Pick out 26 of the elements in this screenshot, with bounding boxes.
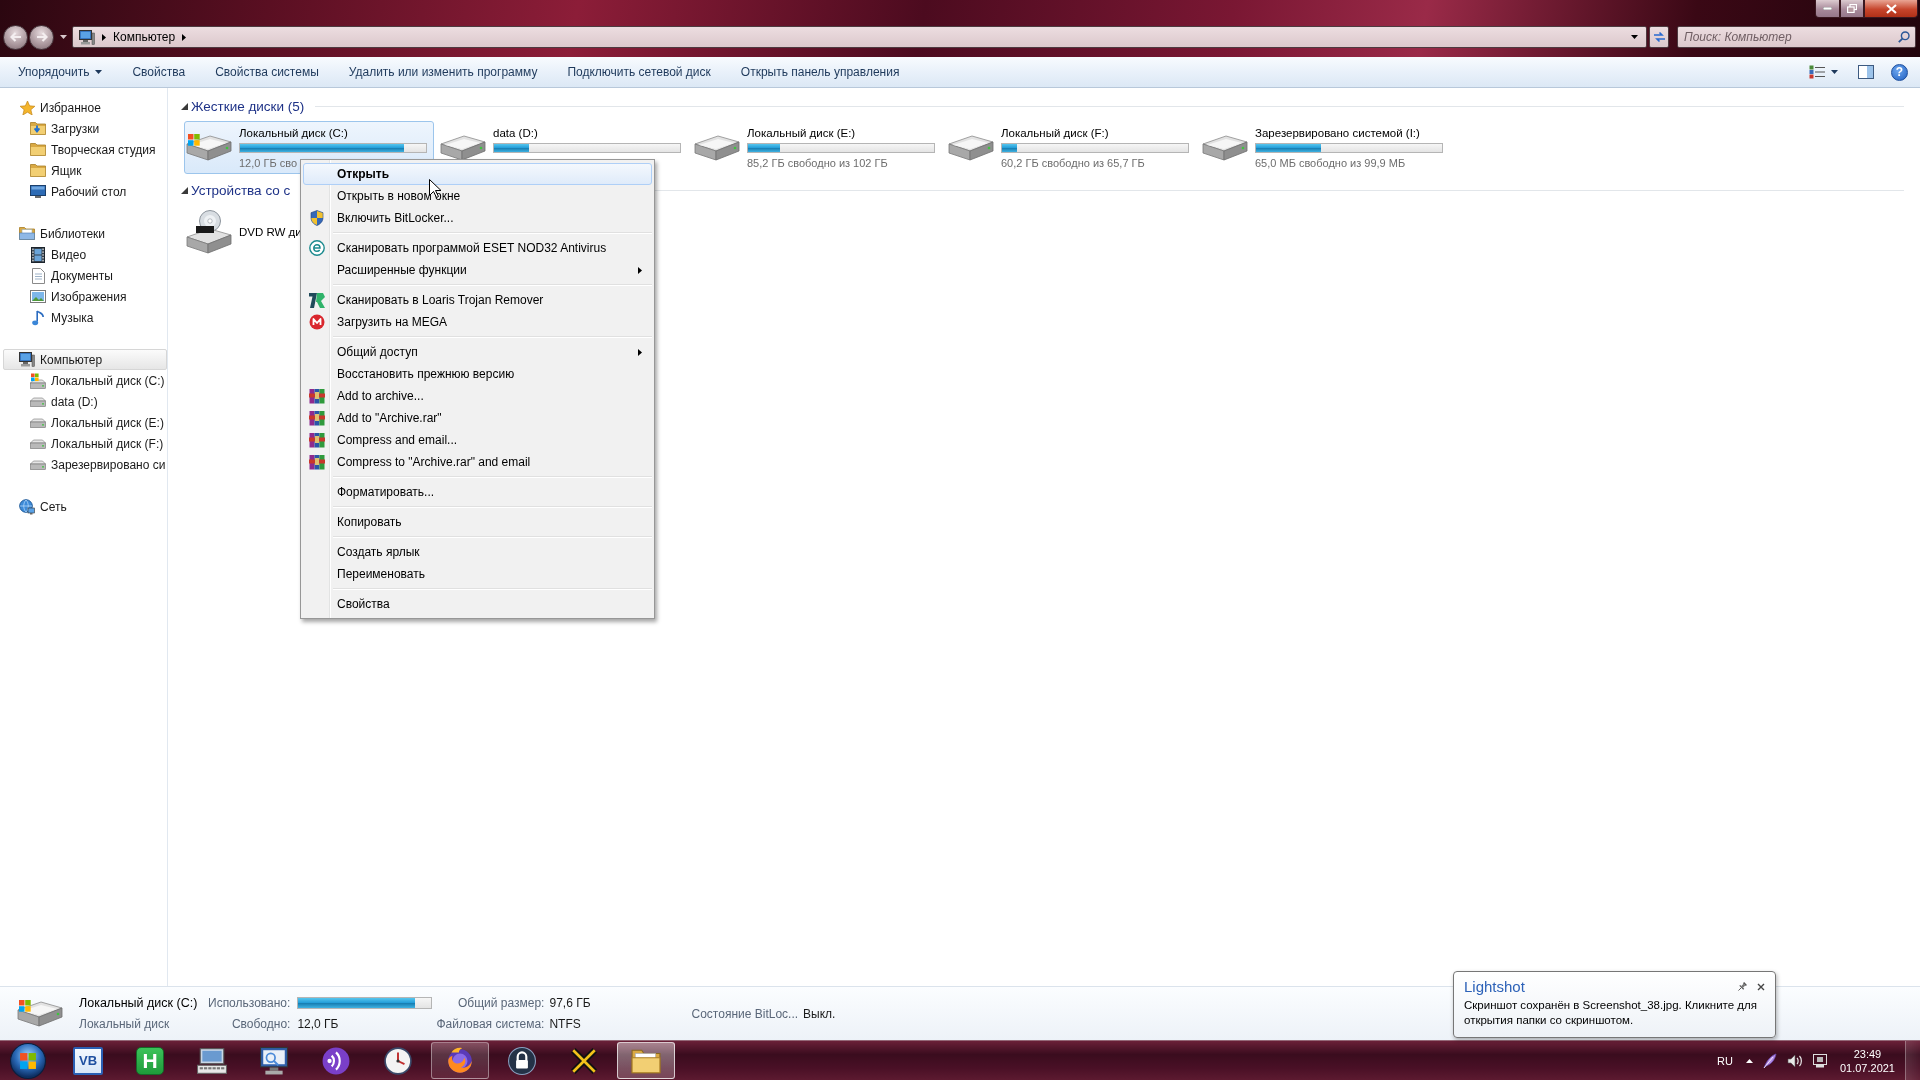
selected-drive-name: Локальный диск (C:) bbox=[79, 996, 199, 1010]
drive-name: data (D:) bbox=[493, 125, 539, 140]
app-logo: H bbox=[136, 1046, 164, 1075]
free-space-text: 65,0 МБ свободно из 99,9 МБ bbox=[1255, 155, 1407, 170]
group-title: Устройства со с bbox=[191, 182, 291, 198]
detail-label: Свободно: bbox=[231, 1017, 291, 1031]
detail-value: 97,6 ГБ bbox=[549, 996, 591, 1010]
notification-text: Скриншот сохранён в Screenshot_38.jpg. Кликните для открытия папки со скриншотом. bbox=[1464, 998, 1758, 1028]
drive-name: Локальный диск (C:) bbox=[239, 125, 349, 140]
free-space-text: 85,2 ГБ свободно из 102 ГБ bbox=[747, 155, 889, 170]
detail-value: 12,0 ГБ bbox=[297, 1017, 340, 1031]
detail-label: Общий размер: bbox=[458, 996, 545, 1010]
app-logo: VB bbox=[72, 1046, 104, 1075]
detail-value: NTFS bbox=[549, 1017, 582, 1031]
drive-name: Локальный диск (F:) bbox=[1001, 125, 1110, 140]
drive-name: Локальный диск (E:) bbox=[747, 125, 857, 140]
selected-drive-type: Локальный диск bbox=[79, 1017, 171, 1031]
free-space-text: 60,2 ГБ свободно из 65,7 ГБ bbox=[1001, 155, 1146, 170]
detail-label: Использовано: bbox=[208, 996, 291, 1010]
free-space-text: 12,0 ГБ сво bbox=[239, 155, 299, 170]
detail-label: Состояние BitLoc... bbox=[691, 1006, 799, 1021]
detail-label: Файловая система: bbox=[436, 1017, 545, 1031]
notification-title: Lightshot bbox=[1464, 978, 1525, 995]
detail-value: Выкл. bbox=[803, 1006, 836, 1021]
drive-name: Зарезервировано системой (I:) bbox=[1255, 125, 1421, 140]
group-title: Жесткие диски (5) bbox=[191, 98, 305, 114]
